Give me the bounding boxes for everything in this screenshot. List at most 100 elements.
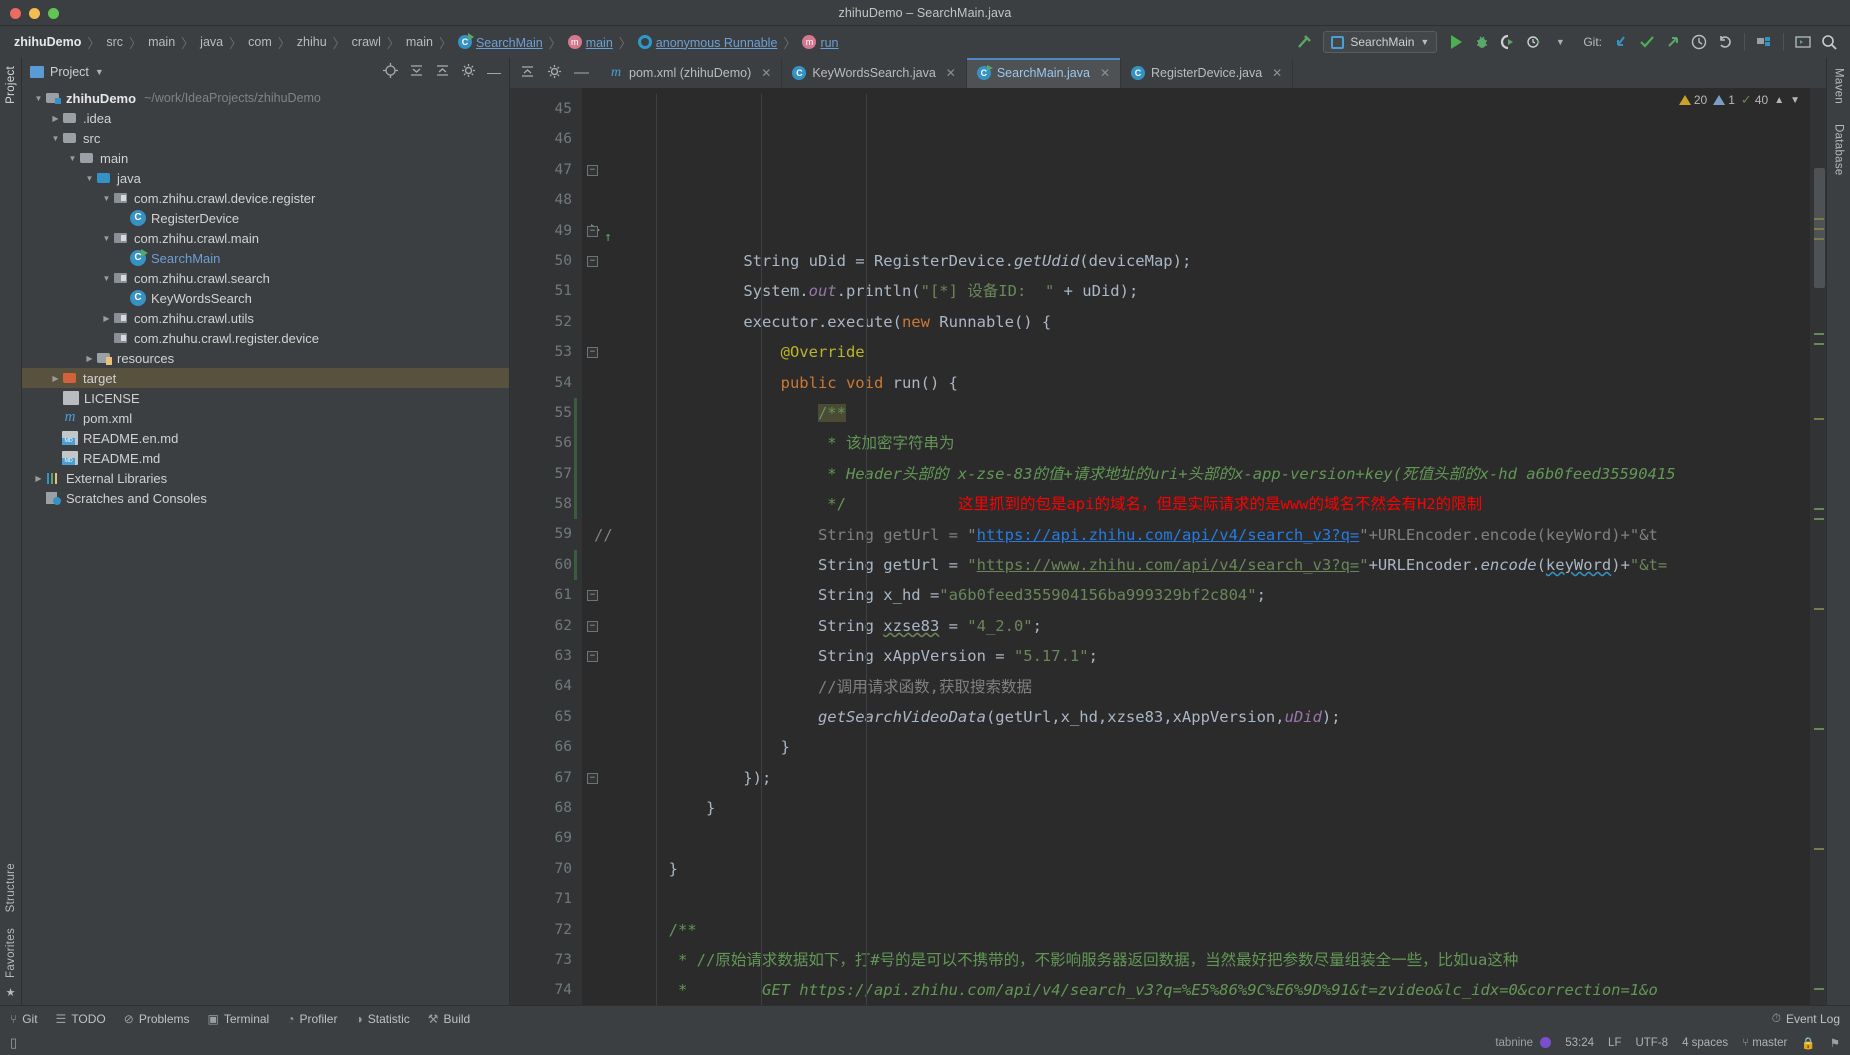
gutter-line[interactable]: 56 xyxy=(510,428,582,460)
tool-window-database[interactable]: Database xyxy=(1833,114,1845,186)
breadcrumb-item-com[interactable]: com xyxy=(242,35,278,49)
chevron-down-icon[interactable]: ▼ xyxy=(1790,95,1800,106)
gutter-line[interactable]: 58 xyxy=(510,489,582,520)
chevron-down-icon[interactable]: ▼ xyxy=(95,67,104,77)
gutter-line[interactable]: 57 xyxy=(510,458,582,490)
project-tree[interactable]: ▼ zhihuDemo ~/work/IdeaProjects/zhihuDemo ▶… xyxy=(22,86,509,1005)
breadcrumb-item-main[interactable]: main xyxy=(400,35,439,49)
close-tab-icon[interactable]: ✕ xyxy=(761,66,771,80)
breadcrumb-item-main[interactable]: main xyxy=(142,35,181,49)
code-line[interactable]: String uDid = RegisterDevice.getUdid(dev… xyxy=(582,246,1810,276)
chevron-right-icon[interactable]: ▶ xyxy=(49,114,62,123)
gutter-line[interactable]: 66 xyxy=(510,732,582,762)
code-line[interactable]: String x_hd ="a6b0feed355904156ba999329b… xyxy=(582,580,1810,610)
chevron-right-icon[interactable]: ▶ xyxy=(100,314,113,323)
chevron-down-icon[interactable]: ▼ xyxy=(100,274,113,283)
code-line[interactable]: String getUrl = "https://www.zhihu.com/a… xyxy=(582,550,1810,580)
hammer-icon[interactable] xyxy=(1291,29,1317,55)
file-encoding[interactable]: UTF-8 xyxy=(1635,1037,1668,1049)
collapse-all-icon[interactable] xyxy=(520,64,535,82)
code-line[interactable]: getSearchVideoData(getUrl,x_hd,xzse83,xA… xyxy=(582,702,1810,732)
terminal-icon[interactable] xyxy=(1790,29,1816,55)
gutter-line[interactable]: 70 xyxy=(510,854,582,884)
search-icon[interactable] xyxy=(1816,29,1842,55)
chevron-down-icon[interactable]: ▼ xyxy=(32,94,45,103)
line-separator[interactable]: LF xyxy=(1608,1037,1621,1049)
breadcrumb-item-main[interactable]: main xyxy=(562,34,619,50)
debug-icon[interactable] xyxy=(1469,29,1495,55)
bottom-tool-todo[interactable]: ☰ TODO xyxy=(56,1012,106,1026)
gutter-line[interactable]: 54 xyxy=(510,368,582,398)
gutter-line[interactable]: 50− xyxy=(510,246,598,276)
code-line[interactable]: * 该加密字符串为 xyxy=(582,428,1810,458)
close-tab-icon[interactable]: ✕ xyxy=(1272,66,1282,80)
bottom-tool-problems[interactable]: ⊘ Problems xyxy=(124,1012,190,1026)
indent-setting[interactable]: 4 spaces xyxy=(1682,1037,1728,1049)
gutter-line[interactable]: 59 xyxy=(510,519,582,549)
code-line[interactable]: }); xyxy=(582,763,1810,793)
tree-item-pom-xml[interactable]: pom.xml xyxy=(22,408,509,428)
maximize-window-button[interactable] xyxy=(48,8,59,19)
profile-icon[interactable] xyxy=(1521,29,1547,55)
tree-item-com-zhihu-crawl-main[interactable]: ▼ com.zhihu.crawl.main xyxy=(22,228,509,248)
tree-item-zhihudemo[interactable]: ▼ zhihuDemo ~/work/IdeaProjects/zhihuDemo xyxy=(22,88,509,108)
minimize-window-button[interactable] xyxy=(29,8,40,19)
gutter-line[interactable]: 73 xyxy=(510,945,582,975)
chevron-right-icon[interactable]: ▶ xyxy=(49,374,62,383)
gutter-line[interactable]: 53− xyxy=(510,337,598,367)
notifications-icon[interactable]: ⚑ xyxy=(1830,1036,1840,1050)
tabnine-status[interactable]: tabnine xyxy=(1495,1037,1552,1049)
bottom-tool-terminal[interactable]: ▣ Terminal xyxy=(208,1012,270,1026)
coverage-icon[interactable] xyxy=(1495,29,1521,55)
editor-code[interactable]: String uDid = RegisterDevice.getUdid(dev… xyxy=(582,88,1810,1005)
breadcrumb-item-zhihudemo[interactable]: zhihuDemo xyxy=(8,35,87,49)
gutter-line[interactable]: 45 xyxy=(510,94,582,124)
project-structure-icon[interactable] xyxy=(1751,29,1777,55)
code-line[interactable]: // String getUrl = "https://api.zhihu.co… xyxy=(582,520,1810,550)
chevron-down-icon[interactable]: ▼ xyxy=(66,154,79,163)
tree-item-license[interactable]: LICENSE xyxy=(22,388,509,408)
gutter-line[interactable]: 65 xyxy=(510,702,582,732)
tool-window-structure[interactable]: Structure xyxy=(5,855,17,920)
code-line[interactable]: } xyxy=(582,732,1810,762)
code-line[interactable]: */ 这里抓到的包是api的域名，但是实际请求的是www的域名不然会有H2的限制 xyxy=(582,489,1810,519)
lock-icon[interactable]: 🔒 xyxy=(1801,1036,1815,1050)
chevron-down-icon[interactable]: ▼ xyxy=(100,194,113,203)
collapse-all-icon[interactable] xyxy=(435,63,450,81)
bottom-tool-profiler[interactable]: ◔ Profiler xyxy=(287,1012,337,1026)
chevron-right-icon[interactable]: ▶ xyxy=(32,474,45,483)
tree-item-com-zhihu-crawl-utils[interactable]: ▶ com.zhihu.crawl.utils xyxy=(22,308,509,328)
gutter-line[interactable]: 67− xyxy=(510,763,598,793)
gutter-line[interactable]: 64 xyxy=(510,671,582,701)
chevron-right-icon[interactable]: ▶ xyxy=(83,354,96,363)
editor-tabs[interactable]: pom.xml (zhihuDemo) ✕ KeyWordsSearch.java ✕… xyxy=(599,58,1294,88)
memory-indicator-icon[interactable]: ▯ xyxy=(10,1035,17,1051)
tree-item-src[interactable]: ▼ src xyxy=(22,128,509,148)
code-line[interactable]: /** xyxy=(582,398,1810,428)
tree-item-readme-md[interactable]: README.md xyxy=(22,448,509,468)
caret-position[interactable]: 53:24 xyxy=(1565,1037,1594,1049)
code-line[interactable]: String xzse83 = "4_2.0"; xyxy=(582,611,1810,641)
git-update-icon[interactable] xyxy=(1608,29,1634,55)
code-line[interactable]: @Override xyxy=(582,337,1810,367)
gutter-line[interactable]: 69 xyxy=(510,823,582,853)
hide-panel-icon[interactable]: — xyxy=(574,65,589,80)
bottom-tool-bar[interactable]: ⑂ Git ☰ TODO ⊘ Problems ▣ Terminal ◔ Profiler ◑ Sta… xyxy=(0,1005,1850,1031)
window-controls[interactable] xyxy=(10,8,59,19)
tree-item-target[interactable]: ▶ target xyxy=(22,368,509,388)
expand-all-icon[interactable] xyxy=(409,63,424,81)
gutter-line[interactable]: 55 xyxy=(510,397,582,429)
tool-window-favorites[interactable]: Favorites xyxy=(5,920,17,986)
gutter-line[interactable]: 47− xyxy=(510,155,598,185)
chevron-down-icon[interactable]: ▼ xyxy=(100,234,113,243)
code-editor[interactable]: 20 1 ✓ 40 ▲ ▼ 45 46 47− 48 49 ↑ −50− 51 52 53− 54 5… xyxy=(510,88,1826,1005)
editor-tab-searchmain-java[interactable]: SearchMain.java ✕ xyxy=(966,58,1121,88)
breadcrumb-item-searchmain[interactable]: SearchMain xyxy=(452,32,549,50)
tree-item-scratches-and-consoles[interactable]: Scratches and Consoles xyxy=(22,488,509,508)
code-line[interactable]: * //原始请求数据如下，打#号的是可以不携带的，不影响服务器返回数据，当然最好… xyxy=(582,945,1810,975)
code-line[interactable]: public void run() { xyxy=(582,368,1810,398)
code-line[interactable]: * GET https://api.zhihu.com/api/v4/searc… xyxy=(582,975,1810,1005)
close-window-button[interactable] xyxy=(10,8,21,19)
bottom-tool-git[interactable]: ⑂ Git xyxy=(10,1012,38,1026)
chevron-down-icon[interactable]: ▼ xyxy=(1547,29,1573,55)
